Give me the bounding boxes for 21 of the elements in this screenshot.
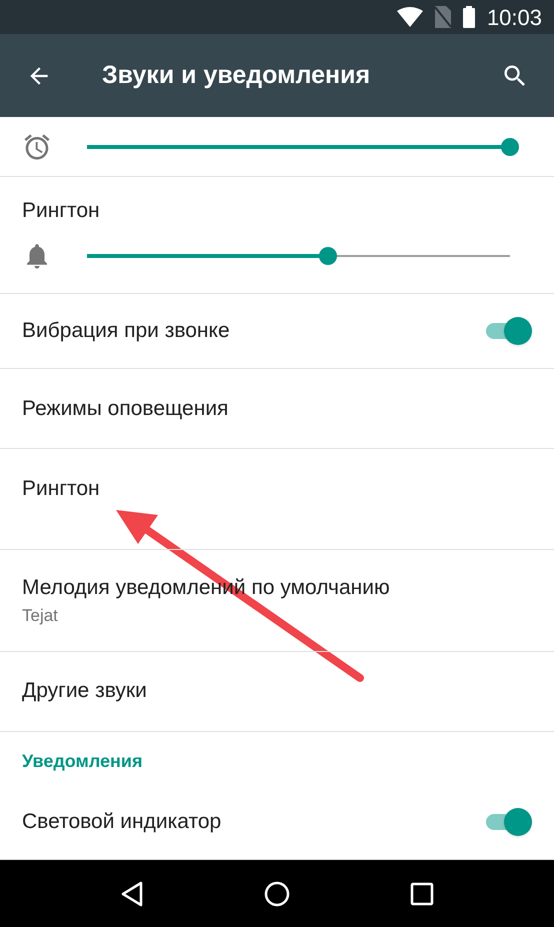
slider-label: Рингтон bbox=[22, 198, 101, 224]
settings-row[interactable]: Режимы оповещения bbox=[0, 369, 554, 450]
settings-row[interactable]: Другие звуки bbox=[0, 652, 554, 732]
screen-title: Звуки и уведомления bbox=[102, 60, 372, 91]
setting-title: Другие звуки bbox=[22, 678, 148, 704]
setting-summary: Tejat bbox=[22, 605, 59, 628]
setting-title: Режимы оповещения bbox=[22, 396, 230, 422]
recents-nav-icon[interactable] bbox=[410, 882, 434, 906]
settings-row[interactable]: Вибрация при звонке bbox=[0, 294, 554, 369]
section-header: Уведомления bbox=[22, 750, 142, 773]
home-nav-icon[interactable] bbox=[264, 880, 290, 906]
wifi-icon bbox=[396, 7, 423, 27]
alarm-clock-icon bbox=[22, 132, 52, 162]
back-nav-icon[interactable] bbox=[120, 880, 144, 906]
setting-title: Вибрация при звонке bbox=[22, 318, 230, 344]
settings-row[interactable]: Рингтон bbox=[0, 449, 554, 550]
no-sim-icon bbox=[434, 6, 451, 28]
battery-icon bbox=[462, 6, 475, 28]
setting-title: Рингтон bbox=[22, 476, 101, 502]
setting-title: Световой индикатор bbox=[22, 809, 222, 836]
clock: 10:03 bbox=[486, 4, 542, 32]
